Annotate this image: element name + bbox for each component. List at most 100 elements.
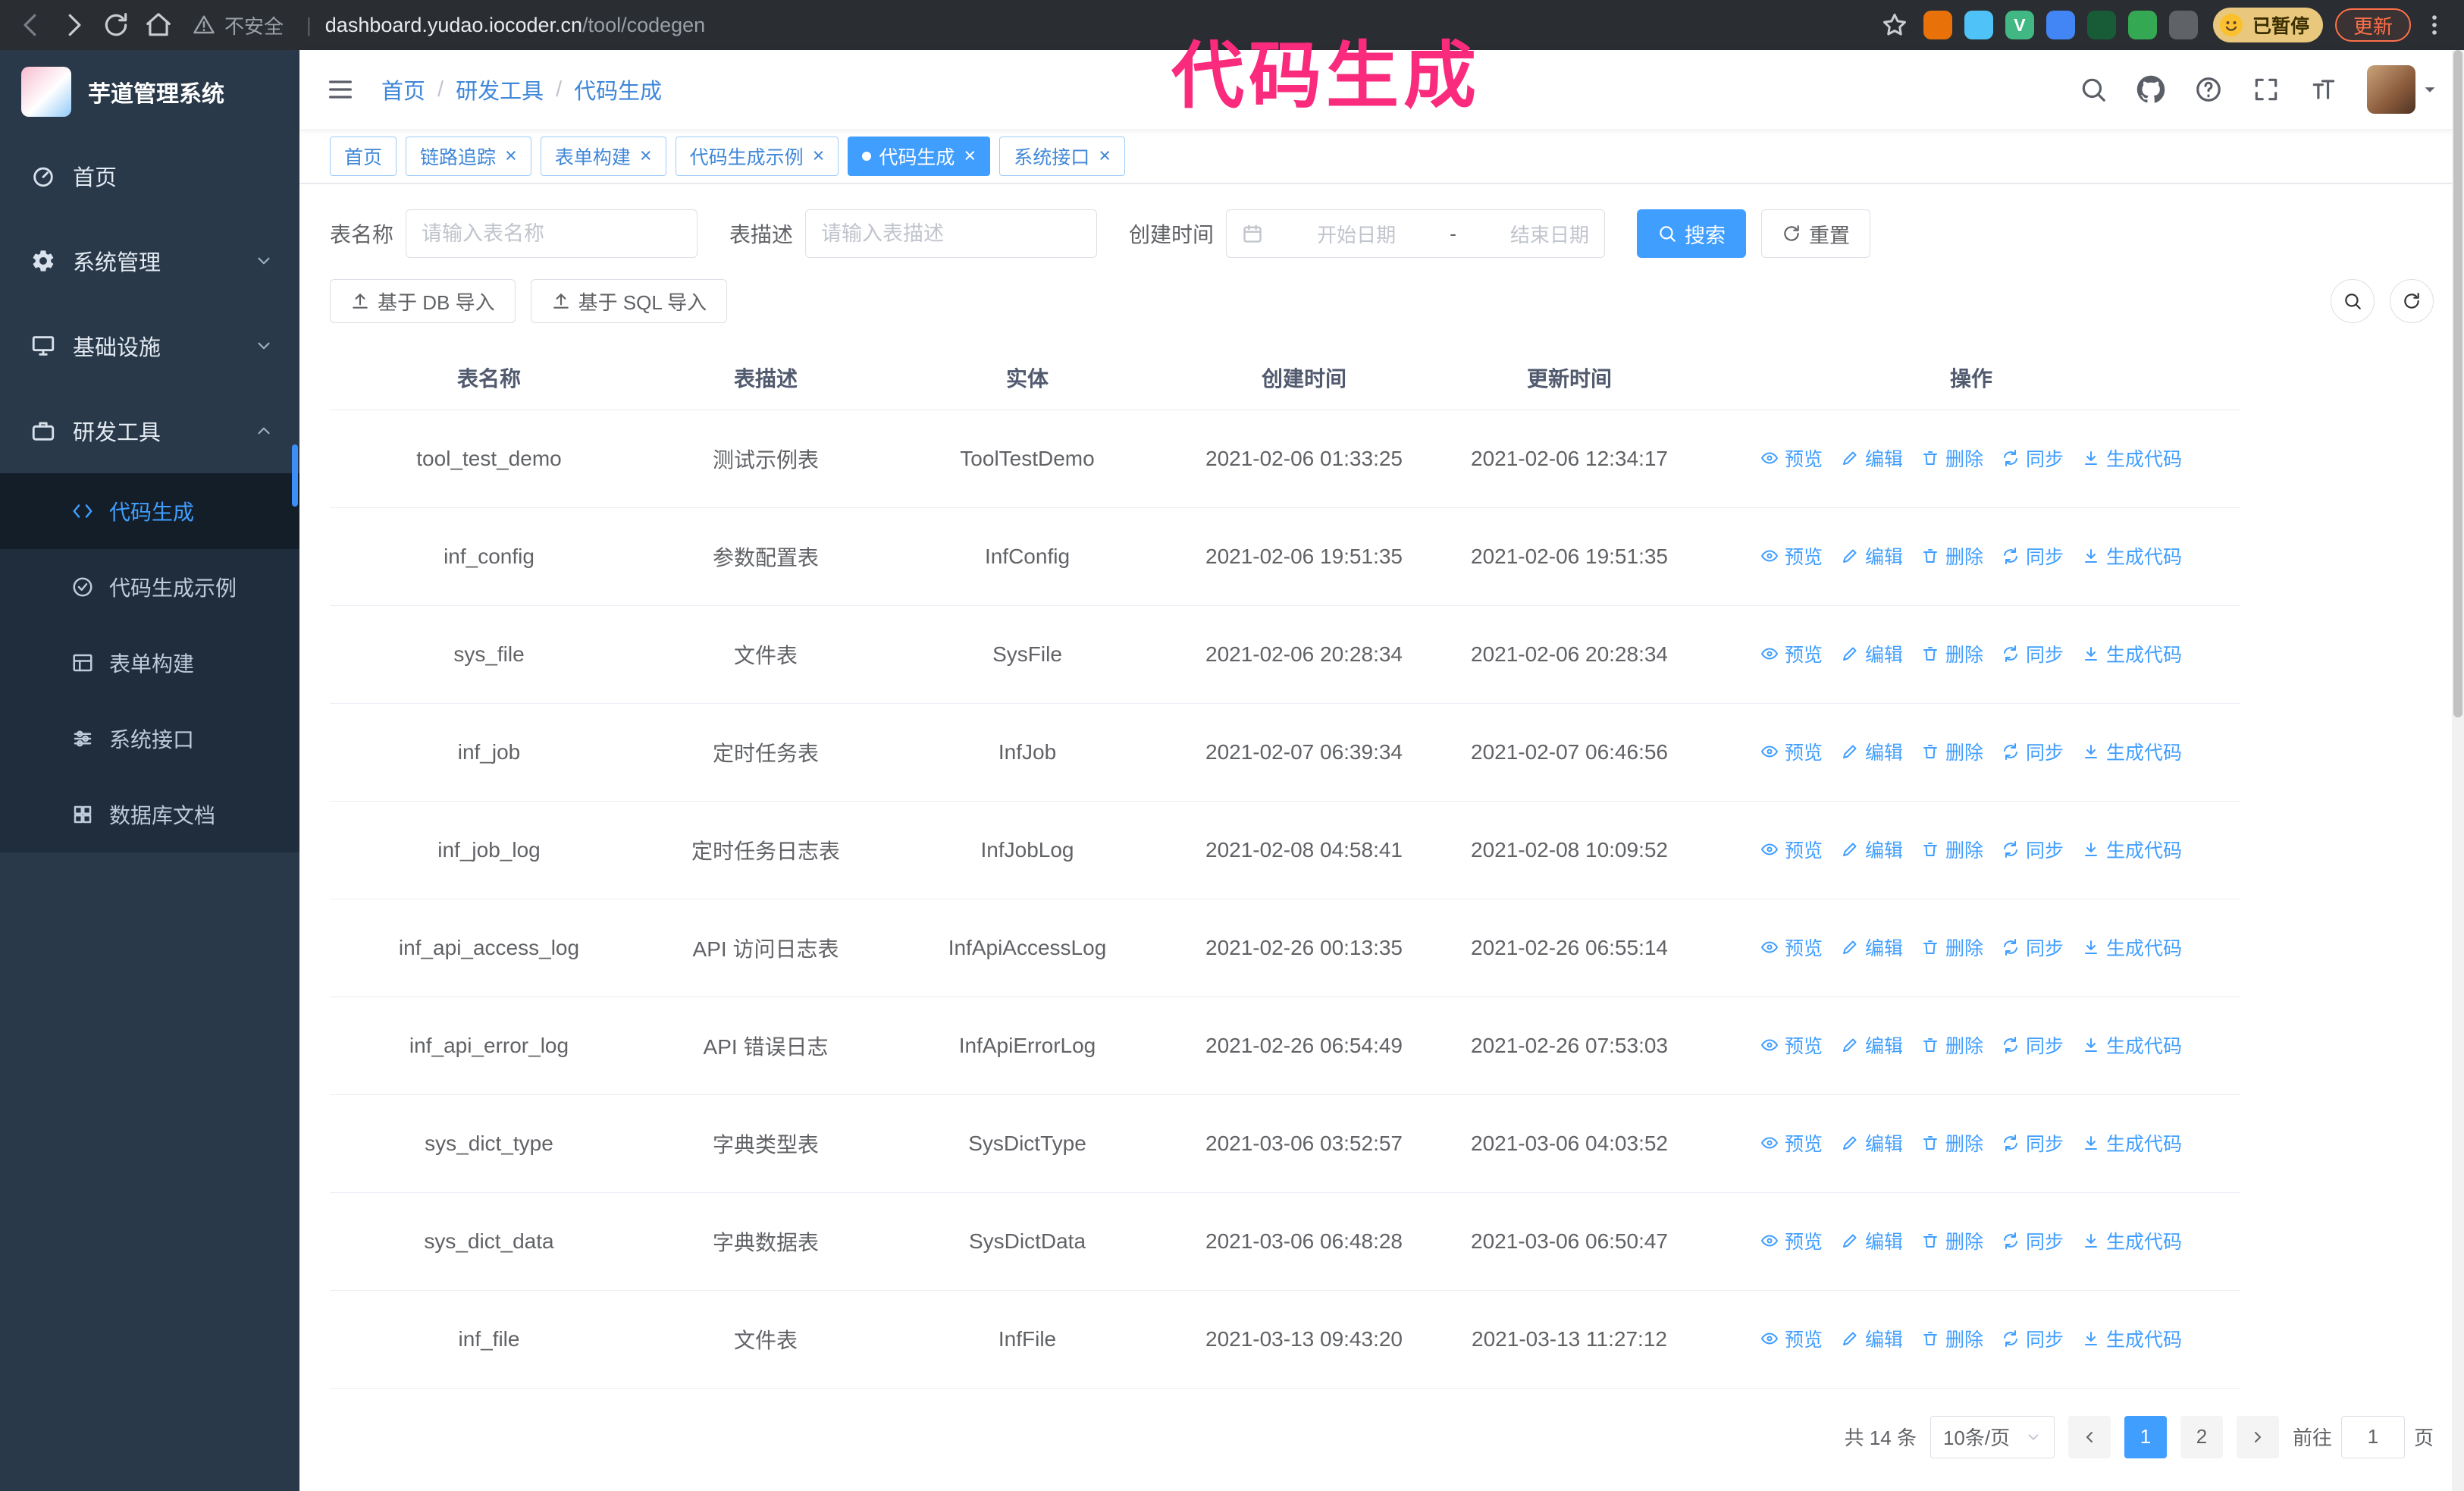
extension-icon-blue[interactable] [2045,11,2075,39]
create-time-range-picker[interactable]: 开始日期 - 结束日期 [1226,209,1606,258]
sync-link[interactable]: 同步 [2002,836,2064,863]
search-icon[interactable] [2079,75,2108,104]
hamburger-icon[interactable] [325,74,356,105]
generate-code-link[interactable]: 生成代码 [2082,542,2182,570]
reset-button[interactable]: 重置 [1761,209,1871,258]
goto-page-input[interactable] [2340,1415,2405,1458]
delete-link[interactable]: 删除 [1921,934,1983,961]
generate-code-link[interactable]: 生成代码 [2082,640,2182,667]
preview-link[interactable]: 预览 [1760,934,1823,961]
page-size-select[interactable]: 10条/页 [1930,1415,2055,1458]
user-menu[interactable] [2367,65,2438,114]
search-button[interactable]: 搜索 [1637,209,1747,258]
browser-update-button[interactable]: 更新 [2334,8,2411,42]
delete-link[interactable]: 删除 [1921,640,1983,667]
page-button-1[interactable]: 1 [2124,1415,2167,1458]
sync-link[interactable]: 同步 [2002,1031,2064,1059]
delete-link[interactable]: 删除 [1921,1325,1983,1352]
edit-link[interactable]: 编辑 [1841,1129,1903,1157]
extension-icon-green[interactable] [2127,11,2157,39]
edit-link[interactable]: 编辑 [1841,934,1903,961]
preview-link[interactable]: 预览 [1760,542,1823,570]
back-icon[interactable] [17,11,45,39]
breadcrumb-item[interactable]: 研发工具 [456,74,544,105]
sidebar-item-codegen[interactable]: 代码生成 [0,473,299,549]
extension-icon-vue[interactable]: V [2005,11,2034,39]
sync-link[interactable]: 同步 [2002,542,2064,570]
sync-link[interactable]: 同步 [2002,1129,2064,1157]
delete-link[interactable]: 删除 [1921,738,1983,765]
delete-link[interactable]: 删除 [1921,1031,1983,1059]
toggle-search-button[interactable] [2331,279,2375,323]
tab-api[interactable]: 系统接口 × [999,136,1125,176]
tab-home[interactable]: 首页 [330,136,397,176]
table-desc-input[interactable] [805,209,1098,258]
close-icon[interactable]: × [813,146,825,166]
sidebar-item-api[interactable]: 系统接口 [0,701,299,777]
close-icon[interactable]: × [640,146,652,166]
delete-link[interactable]: 删除 [1921,542,1983,570]
edit-link[interactable]: 编辑 [1841,444,1903,472]
sidebar-scrollbar-thumb[interactable] [292,444,298,507]
tab-form-builder[interactable]: 表单构建 × [540,136,666,176]
generate-code-link[interactable]: 生成代码 [2082,1129,2182,1157]
close-icon[interactable]: × [964,146,976,166]
page-button-2[interactable]: 2 [2180,1415,2223,1458]
delete-link[interactable]: 删除 [1921,444,1983,472]
preview-link[interactable]: 预览 [1760,1031,1823,1059]
breadcrumb-item[interactable]: 代码生成 [574,74,662,105]
edit-link[interactable]: 编辑 [1841,1031,1903,1059]
extension-icon-darkgreen[interactable] [2086,11,2116,39]
delete-link[interactable]: 删除 [1921,1129,1983,1157]
forward-icon[interactable] [59,11,88,39]
edit-link[interactable]: 编辑 [1841,542,1903,570]
sidebar-item-db-doc[interactable]: 数据库文档 [0,777,299,852]
prev-page-button[interactable] [2067,1415,2111,1458]
browser-menu-icon[interactable] [2422,12,2447,38]
profile-chip[interactable]: 已暂停 [2212,8,2323,42]
page-scrollbar-thumb[interactable] [2453,50,2462,717]
edit-link[interactable]: 编辑 [1841,738,1903,765]
close-icon[interactable]: × [1099,146,1111,166]
generate-code-link[interactable]: 生成代码 [2082,836,2182,863]
edit-link[interactable]: 编辑 [1841,1227,1903,1254]
sync-link[interactable]: 同步 [2002,934,2064,961]
sync-link[interactable]: 同步 [2002,738,2064,765]
preview-link[interactable]: 预览 [1760,640,1823,667]
breadcrumb-item[interactable]: 首页 [381,74,425,105]
fullscreen-icon[interactable] [2252,75,2281,104]
generate-code-link[interactable]: 生成代码 [2082,1227,2182,1254]
tab-codegen-example[interactable]: 代码生成示例 × [675,136,839,176]
close-icon[interactable]: × [505,146,517,166]
generate-code-link[interactable]: 生成代码 [2082,1325,2182,1352]
preview-link[interactable]: 预览 [1760,1325,1823,1352]
sync-link[interactable]: 同步 [2002,444,2064,472]
page-scrollbar[interactable] [2452,50,2464,1491]
extension-icon-lightblue[interactable] [1964,11,1993,39]
preview-link[interactable]: 预览 [1760,836,1823,863]
sidebar-item-home[interactable]: 首页 [0,133,299,218]
edit-link[interactable]: 编辑 [1841,1325,1903,1352]
edit-link[interactable]: 编辑 [1841,836,1903,863]
preview-link[interactable]: 预览 [1760,1129,1823,1157]
import-sql-button[interactable]: 基于 SQL 导入 [530,279,728,323]
next-page-button[interactable] [2236,1415,2279,1458]
edit-link[interactable]: 编辑 [1841,640,1903,667]
preview-link[interactable]: 预览 [1760,738,1823,765]
refresh-table-button[interactable] [2390,279,2434,323]
font-size-icon[interactable] [2309,75,2338,104]
tab-codegen[interactable]: 代码生成 × [848,136,991,176]
sync-link[interactable]: 同步 [2002,640,2064,667]
sync-link[interactable]: 同步 [2002,1325,2064,1352]
github-icon[interactable] [2136,75,2165,104]
extension-icon-orange[interactable] [1923,11,1952,39]
tab-tracing[interactable]: 链路追踪 × [406,136,531,176]
help-icon[interactable] [2194,75,2223,104]
preview-link[interactable]: 预览 [1760,444,1823,472]
app-logo[interactable]: 芋道管理系统 [0,50,299,133]
reload-icon[interactable] [102,11,130,39]
home-icon[interactable] [144,11,173,39]
bookmark-star-icon[interactable] [1881,11,1908,39]
import-db-button[interactable]: 基于 DB 导入 [330,279,516,323]
generate-code-link[interactable]: 生成代码 [2082,1031,2182,1059]
